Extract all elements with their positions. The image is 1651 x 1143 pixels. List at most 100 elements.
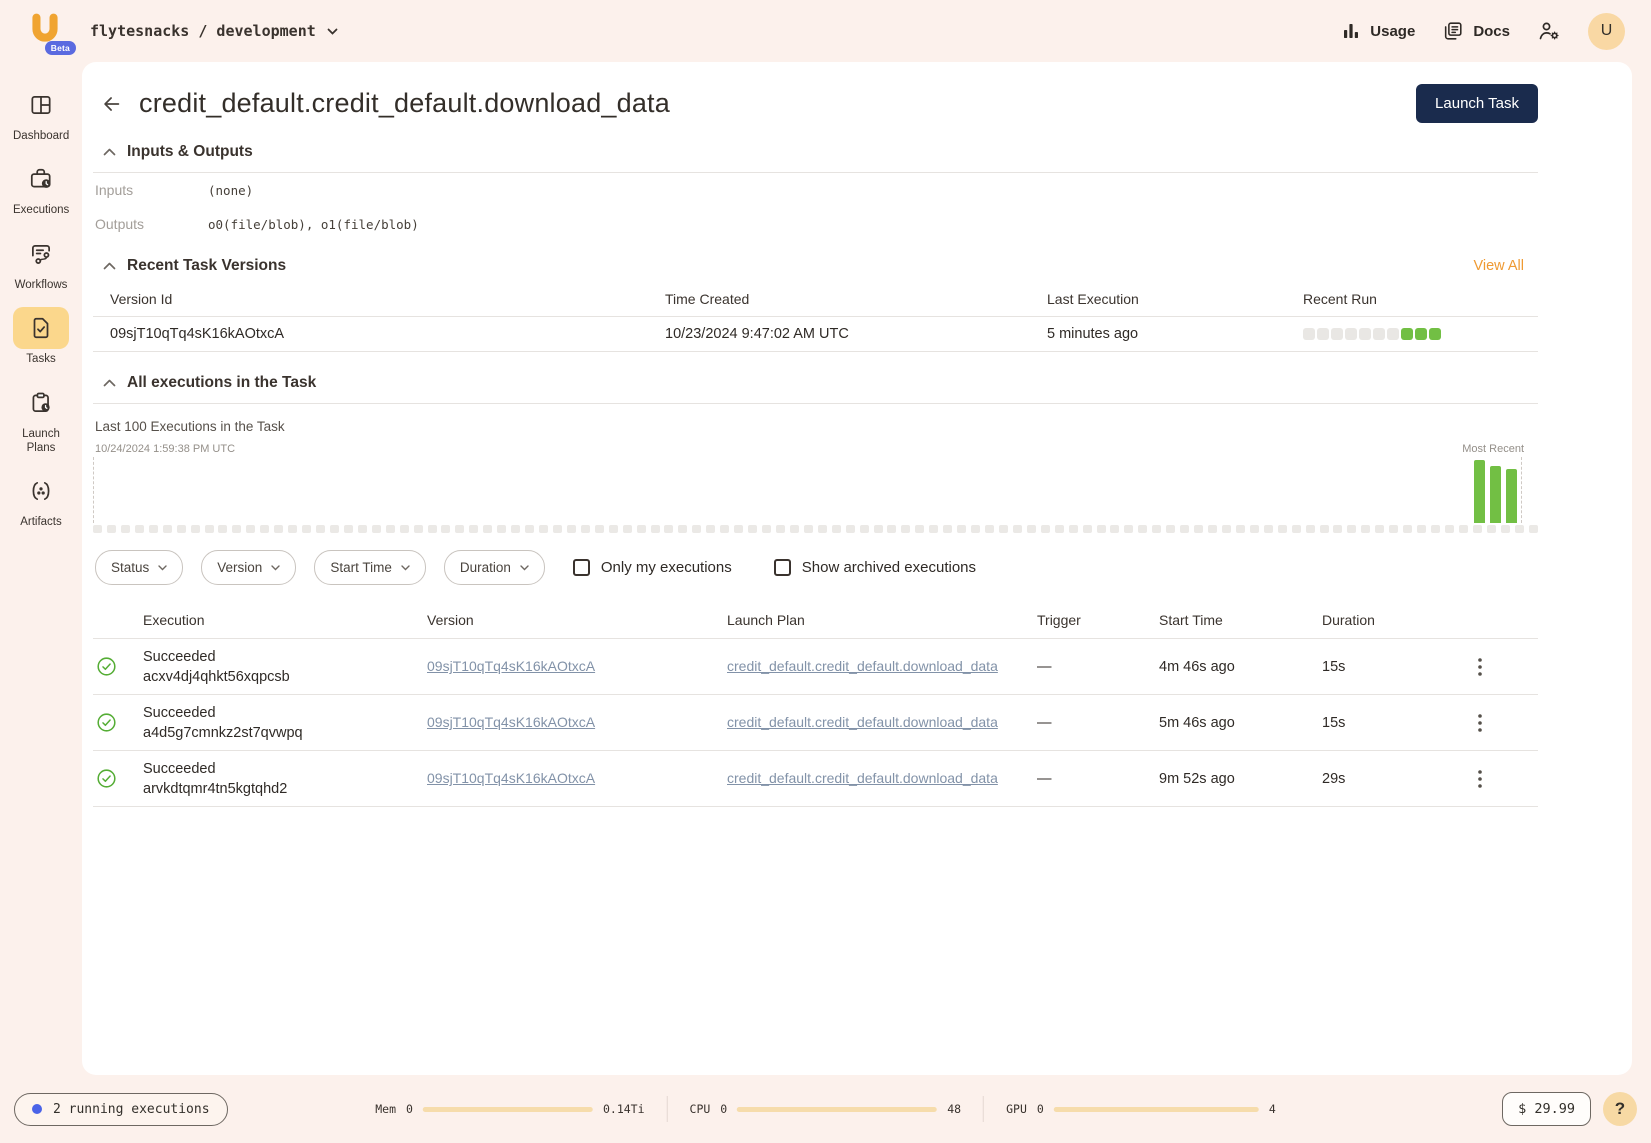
sidebar-item-executions[interactable]: Executions (3, 158, 79, 217)
trigger-value: — (1037, 771, 1159, 787)
timeline-slot (1361, 525, 1370, 533)
help-button[interactable]: ? (1603, 1092, 1637, 1126)
dashboard-icon (13, 84, 69, 126)
execution-histogram-bars (1474, 457, 1517, 523)
usage-label: Usage (1370, 23, 1415, 40)
execution-histogram (93, 457, 1522, 523)
timeline-slot (1333, 525, 1342, 533)
mem-min: 0 (406, 1102, 413, 1116)
timeline-slot (400, 525, 409, 533)
sidebar-item-dashboard[interactable]: Dashboard (3, 84, 79, 143)
timeline-slot (1069, 525, 1078, 533)
execution-cell: Succeeded acxv4dj4qhkt56xqpcsb (140, 647, 427, 687)
timeline-slot (762, 525, 771, 533)
status-filter[interactable]: Status (95, 550, 183, 585)
chevron-up-icon (103, 262, 116, 270)
launch-plan-link[interactable]: credit_default.credit_default.download_d… (727, 770, 998, 786)
version-link[interactable]: 09sjT10qTq4sK16kAOtxcA (427, 714, 595, 730)
checkbox-icon[interactable] (573, 559, 590, 576)
row-menu-button[interactable] (1470, 770, 1538, 788)
timeline-slot (149, 525, 158, 533)
inputs-label: Inputs (95, 182, 208, 198)
recent-run-cells (1303, 328, 1538, 340)
timeline-slot (246, 525, 255, 533)
timeline-slot (790, 525, 799, 533)
timeline-slot (1445, 525, 1454, 533)
sidebar-item-label: Tasks (26, 352, 55, 366)
start-time-value: 9m 52s ago (1159, 771, 1322, 787)
running-executions-pill[interactable]: 2 running executions (14, 1093, 228, 1126)
execution-status: Succeeded (143, 647, 427, 667)
duration-filter[interactable]: Duration (444, 550, 545, 585)
statusbar: 2 running executions Mem 0 0.14Ti CPU 0 … (0, 1075, 1651, 1143)
docs-button[interactable]: Docs (1442, 20, 1510, 42)
launch-task-button[interactable]: Launch Task (1416, 84, 1538, 123)
execution-cell: Succeeded a4d5g7cmnkz2st7qvwpq (140, 703, 427, 743)
timeline-slot (985, 525, 994, 533)
outputs-label: Outputs (95, 216, 208, 232)
inputs-value: (none) (208, 183, 253, 198)
breadcrumb[interactable]: flytesnacks / development (90, 22, 338, 40)
timeline-slot (1041, 525, 1050, 533)
execution-row[interactable]: Succeeded arvkdtqmr4tn5kgtqhd2 09sjT10qT… (93, 751, 1538, 807)
timeline-slot (1027, 525, 1036, 533)
executions-section-head[interactable]: All executions in the Task (93, 358, 1538, 404)
back-arrow-icon[interactable] (101, 93, 123, 115)
launch-plan-link[interactable]: credit_default.credit_default.download_d… (727, 714, 998, 730)
row-menu-button[interactable] (1470, 658, 1538, 676)
executions-table-header: Execution Version Launch Plan Trigger St… (93, 601, 1538, 639)
recent-run-cell (1331, 328, 1343, 340)
user-settings-button[interactable] (1537, 19, 1561, 43)
cpu-max: 48 (947, 1102, 961, 1116)
row-menu-button[interactable] (1470, 714, 1538, 732)
executions-icon (13, 158, 69, 200)
timeline-slot (1180, 525, 1189, 533)
versions-section-head[interactable]: Recent Task Versions View All (93, 241, 1538, 281)
recent-run-cell (1429, 328, 1441, 340)
sidebar-item-launch-plans[interactable]: Launch Plans (3, 382, 79, 456)
column-header: Start Time (1159, 612, 1322, 628)
version-row[interactable]: 09sjT10qTq4sK16kAOtxcA 10/23/2024 9:47:0… (93, 317, 1538, 352)
io-section-head[interactable]: Inputs & Outputs (93, 127, 1538, 173)
gpu-min: 0 (1037, 1102, 1044, 1116)
success-check-icon (96, 768, 117, 789)
timeline-slot (929, 525, 938, 533)
timeline-slot (483, 525, 492, 533)
checkbox-icon[interactable] (774, 559, 791, 576)
execution-status: Succeeded (143, 759, 427, 779)
launch-plan-link[interactable]: credit_default.credit_default.download_d… (727, 658, 998, 674)
kebab-icon (1478, 658, 1482, 676)
running-executions-label: 2 running executions (53, 1102, 210, 1117)
gauge-divider (983, 1096, 984, 1122)
avatar[interactable]: U (1588, 13, 1625, 50)
execution-row[interactable]: Succeeded acxv4dj4qhkt56xqpcsb 09sjT10qT… (93, 639, 1538, 695)
timeline-slot (1083, 525, 1092, 533)
timeline-slot (358, 525, 367, 533)
timeline-slot (581, 525, 590, 533)
version-link[interactable]: 09sjT10qTq4sK16kAOtxcA (427, 658, 595, 674)
only-my-executions-checkbox[interactable]: Only my executions (573, 559, 732, 576)
timeline-slot (414, 525, 423, 533)
start-time-filter[interactable]: Start Time (314, 550, 426, 585)
time-created: 10/23/2024 9:47:02 AM UTC (665, 326, 1047, 342)
chevron-down-icon (401, 565, 410, 571)
version-filter[interactable]: Version (201, 550, 296, 585)
show-archived-checkbox[interactable]: Show archived executions (774, 559, 976, 576)
execution-row[interactable]: Succeeded a4d5g7cmnkz2st7qvwpq 09sjT10qT… (93, 695, 1538, 751)
cpu-gauge: CPU 0 48 (690, 1102, 962, 1116)
usage-button[interactable]: Usage (1341, 21, 1415, 41)
view-all-link[interactable]: View All (1473, 258, 1524, 274)
cost-button[interactable]: $ 29.99 (1502, 1092, 1591, 1126)
start-timestamp: 10/24/2024 1:59:38 PM UTC (95, 443, 235, 455)
sidebar-item-artifacts[interactable]: Artifacts (3, 470, 79, 529)
sidebar-item-tasks[interactable]: Tasks (3, 307, 79, 366)
timeline-slot (386, 525, 395, 533)
chevron-down-icon (271, 565, 280, 571)
sidebar-item-workflows[interactable]: Workflows (3, 233, 79, 292)
status-cell (93, 712, 140, 733)
start-time-value: 4m 46s ago (1159, 659, 1322, 675)
page-head: credit_default.credit_default.download_d… (93, 76, 1538, 127)
cpu-min: 0 (720, 1102, 727, 1116)
timeline-slot (135, 525, 144, 533)
version-link[interactable]: 09sjT10qTq4sK16kAOtxcA (427, 770, 595, 786)
